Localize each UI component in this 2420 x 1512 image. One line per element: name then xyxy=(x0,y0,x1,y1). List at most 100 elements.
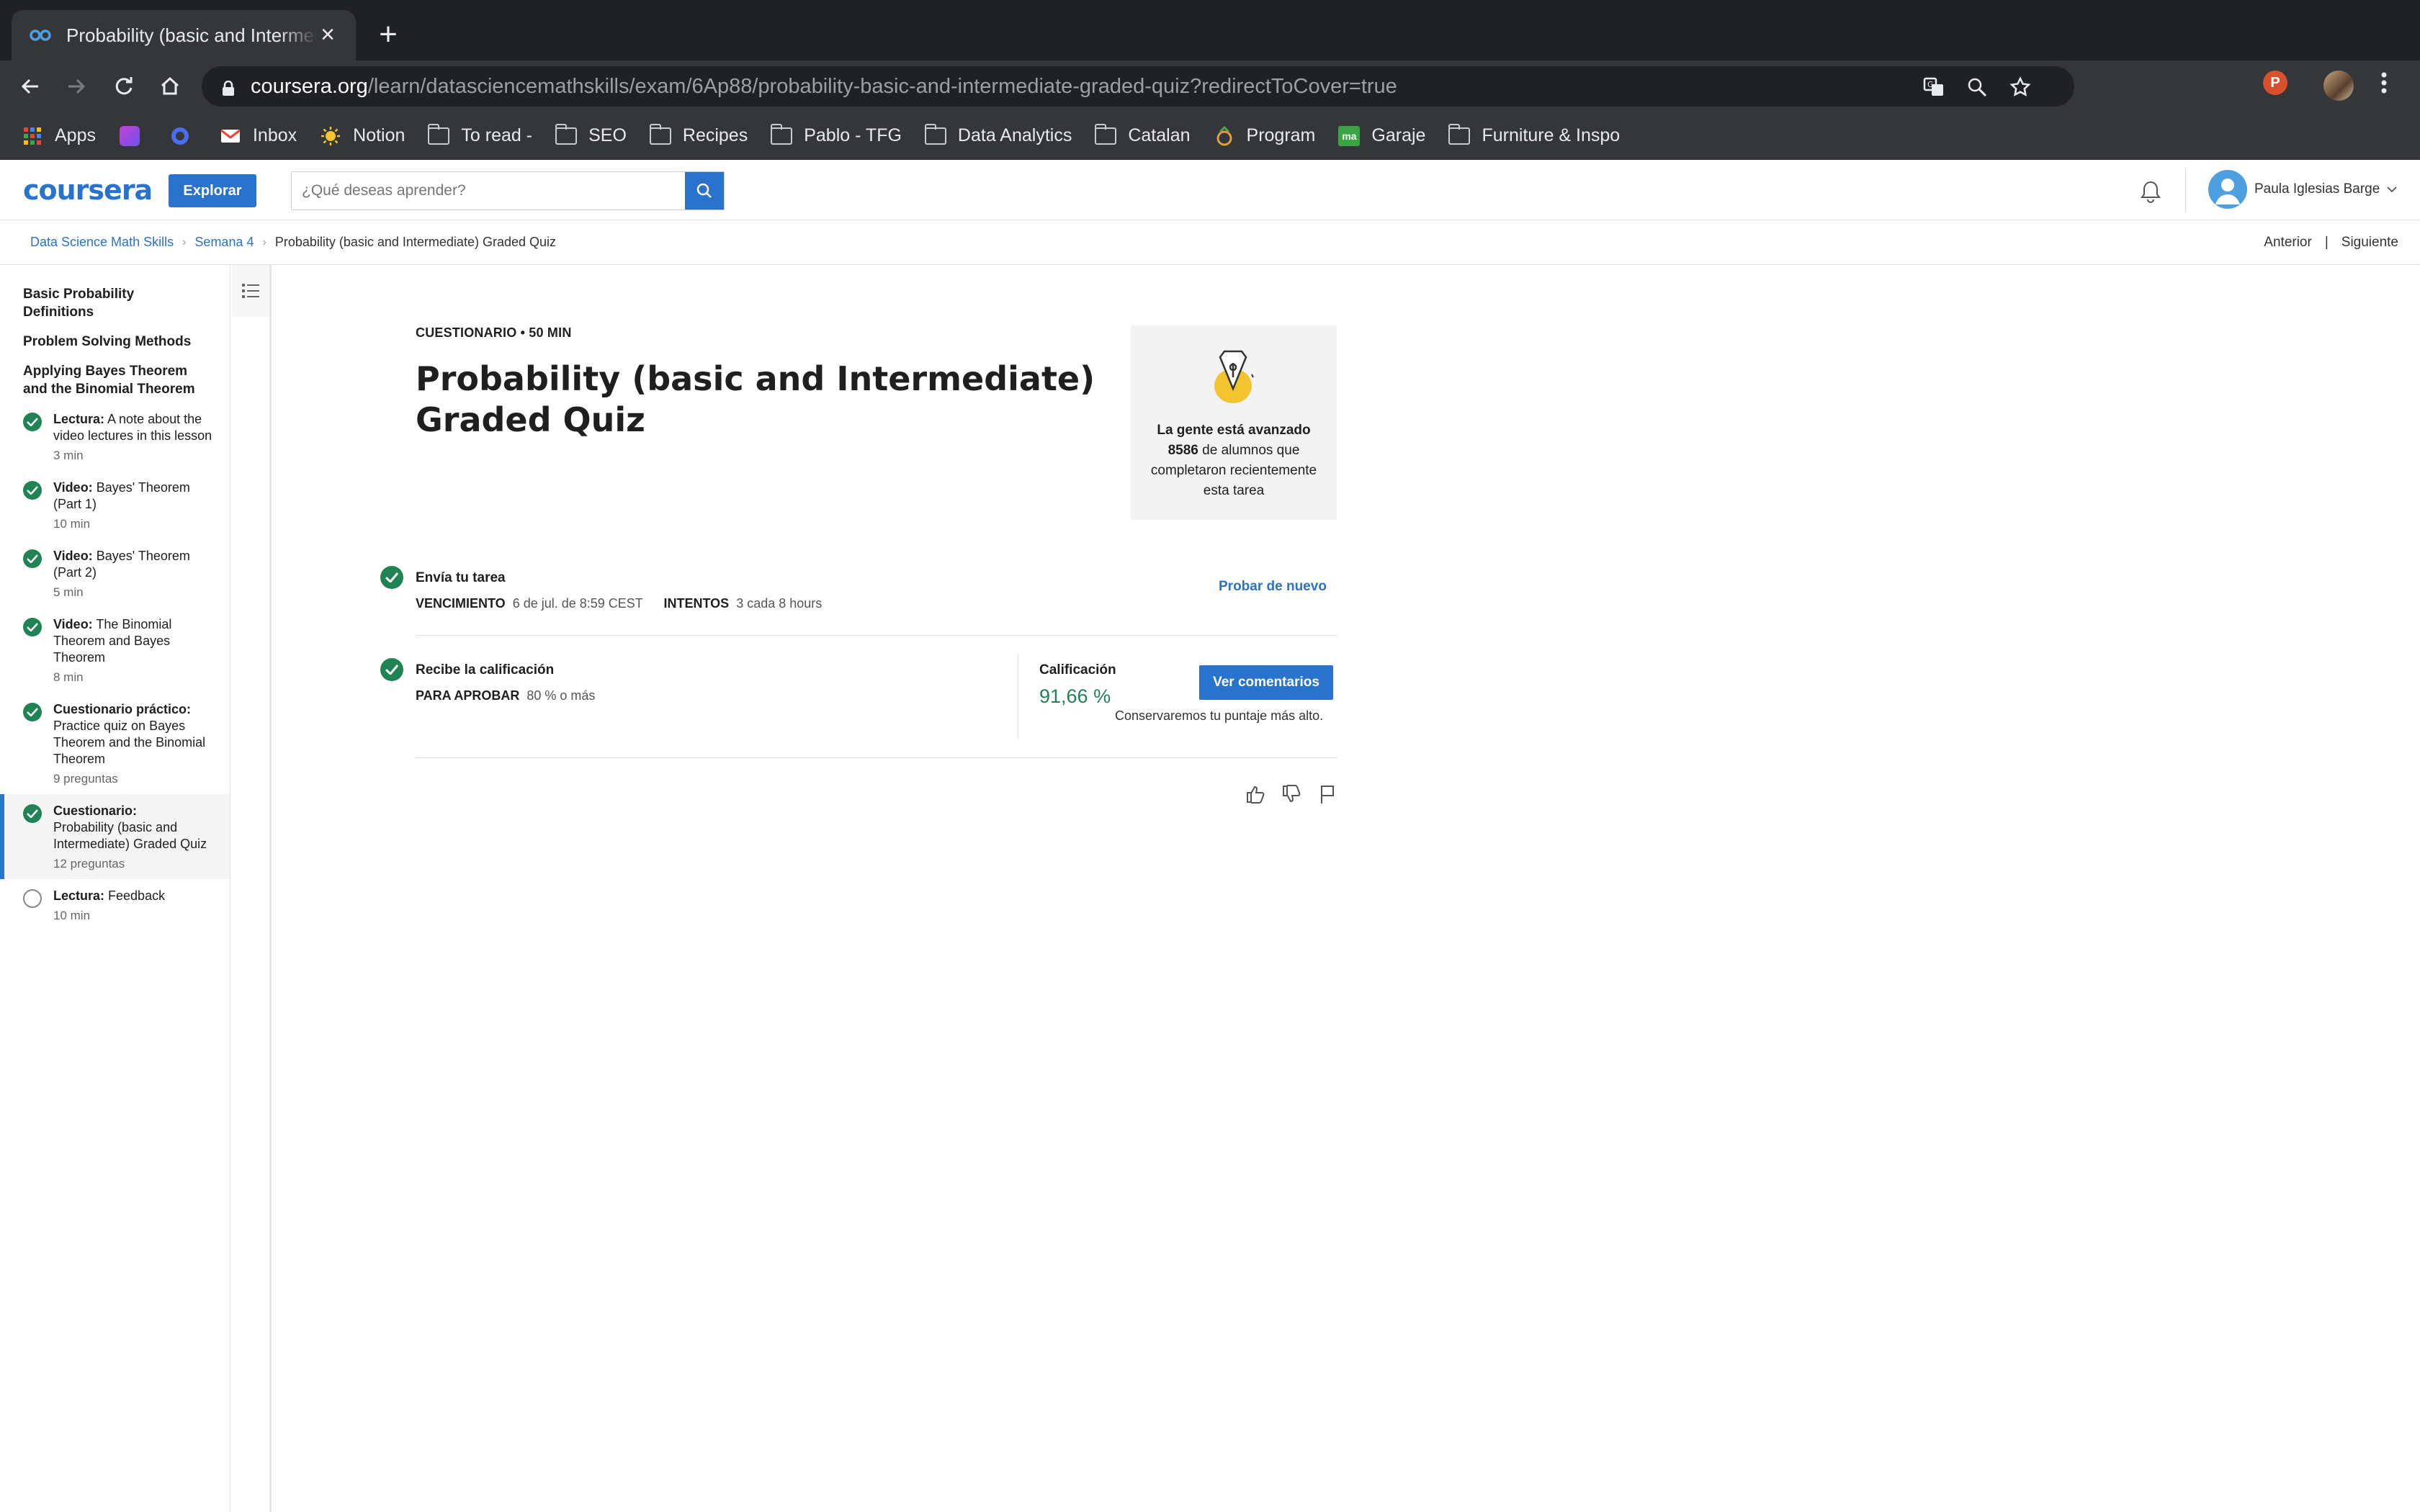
home-icon[interactable] xyxy=(154,71,186,102)
apps-grid-icon xyxy=(22,127,43,145)
nav-divider: | xyxy=(2324,235,2329,250)
close-tab-icon[interactable]: × xyxy=(317,22,339,47)
incomplete-circle-icon xyxy=(23,889,42,908)
completed-check-icon xyxy=(23,703,42,721)
search-icon xyxy=(696,183,712,198)
completed-check-icon xyxy=(380,658,403,681)
sidebar-group[interactable]: Basic Probability Definitions xyxy=(0,265,230,321)
url-path: /learn/datasciencemathskills/exam/6Ap88/… xyxy=(367,74,1397,98)
browser-tab[interactable]: Probability (basic and Intermediate) Gra… xyxy=(12,10,356,60)
folder-icon xyxy=(1448,123,1471,145)
explore-button[interactable]: Explorar xyxy=(169,174,256,207)
breadcrumb-chevron-icon: › xyxy=(262,235,266,248)
user-avatar xyxy=(2208,170,2247,209)
grade-label: Calificación xyxy=(1039,662,1116,678)
view-feedback-button[interactable]: Ver comentarios xyxy=(1199,665,1333,700)
sidebar-item-practice-quiz[interactable]: Cuestionario práctico: Practice quiz on … xyxy=(0,693,230,794)
course-outline-sidebar: Basic Probability Definitions Problem So… xyxy=(0,265,230,1512)
bookmark-star-icon[interactable] xyxy=(2009,76,2031,104)
browser-tab-bar: Probability (basic and Intermediate) Gra… xyxy=(0,0,2420,60)
breadcrumb-course[interactable]: Data Science Math Skills xyxy=(30,235,174,250)
menu-kebab-icon[interactable] xyxy=(2380,71,2388,95)
notifications-bell-icon[interactable] xyxy=(2138,179,2164,204)
translate-icon[interactable]: G xyxy=(1923,76,1945,104)
sidebar-item-graded-quiz[interactable]: Cuestionario: Probability (basic and Inte… xyxy=(0,794,230,879)
reload-icon[interactable] xyxy=(108,71,140,102)
new-tab-icon[interactable]: + xyxy=(372,19,405,52)
collapse-outline-button[interactable] xyxy=(232,265,269,317)
folder-icon xyxy=(649,123,671,145)
bookmark-extension-1[interactable] xyxy=(119,125,152,146)
bookmark-to-read[interactable]: To read - xyxy=(428,123,532,146)
bookmark-recipes[interactable]: Recipes xyxy=(649,123,748,146)
folder-icon xyxy=(771,123,793,145)
sidebar-item-feedback[interactable]: Lectura: Feedback 10 min xyxy=(0,879,230,931)
completed-check-icon xyxy=(23,549,42,568)
back-icon[interactable] xyxy=(14,71,46,102)
bookmark-furniture[interactable]: Furniture & Inspo xyxy=(1448,123,1620,146)
user-menu[interactable]: Paula Iglesias Barge xyxy=(2208,170,2397,209)
extension-p-icon[interactable]: P xyxy=(2263,71,2287,95)
folder-icon xyxy=(924,123,946,145)
search-input[interactable] xyxy=(292,172,685,210)
forward-icon[interactable] xyxy=(60,71,92,102)
bookmark-inbox[interactable]: Inbox xyxy=(220,125,297,146)
bookmark-garaje[interactable]: ma Garaje xyxy=(1338,125,1425,146)
reactions xyxy=(1245,783,1338,805)
bookmark-notion[interactable]: Notion xyxy=(320,125,405,146)
sidebar-item-bayes-part-2[interactable]: Video: Bayes' Theorem (Part 2) 5 min xyxy=(0,539,230,608)
keep-highest-note: Conservaremos tu puntaje más alto. xyxy=(1115,708,1324,723)
garaje-icon: ma xyxy=(1338,125,1361,146)
promo-heading: La gente está avanzado xyxy=(1157,423,1311,438)
grade-heading: Recibe la calificación xyxy=(416,662,555,678)
lock-icon xyxy=(222,78,235,96)
learner-progress-card: La gente está avanzado 8586 de alumnos q… xyxy=(1131,325,1337,520)
bookmark-extension-2[interactable] xyxy=(169,127,202,145)
folder-icon xyxy=(428,123,450,145)
submit-heading: Envía tu tarea xyxy=(416,570,506,585)
bookmark-catalan[interactable]: Catalan xyxy=(1095,123,1191,146)
profile-avatar[interactable] xyxy=(2323,71,2354,101)
sidebar-group[interactable]: Problem Solving Methods xyxy=(0,321,230,351)
breadcrumb-week[interactable]: Semana 4 xyxy=(194,235,254,250)
pen-nib-icon xyxy=(1209,346,1259,406)
sidebar-item-note-video-lectures[interactable]: Lectura: A note about the video lectures… xyxy=(0,402,230,471)
completed-check-icon xyxy=(23,481,42,500)
thumbs-down-icon[interactable] xyxy=(1281,783,1302,805)
svg-text:G: G xyxy=(1927,80,1934,89)
previous-link[interactable]: Anterior xyxy=(2264,235,2312,251)
list-icon xyxy=(242,284,259,298)
search-box xyxy=(291,171,725,210)
program-icon xyxy=(1214,125,1235,145)
address-bar[interactable]: coursera.org /learn/datasciencemathskill… xyxy=(202,66,2074,107)
bookmark-pablo-tfg[interactable]: Pablo - TFG xyxy=(771,123,902,146)
bookmark-seo[interactable]: SEO xyxy=(555,123,627,146)
url-domain: coursera.org xyxy=(251,74,368,98)
folder-icon xyxy=(555,123,578,145)
thumbs-up-icon[interactable] xyxy=(1245,783,1266,805)
bookmarks-bar: Apps Inbox Notion To read - SEO Recipes … xyxy=(0,112,2420,160)
submit-meta: VENCIMIENTO 6 de jul. de 8:59 CEST INTENT… xyxy=(416,596,823,611)
extension-2-icon xyxy=(169,127,191,145)
sidebar-divider xyxy=(269,265,272,1512)
sidebar-group[interactable]: Applying Bayes Theorem and the Binomial … xyxy=(0,351,230,402)
coursera-logo[interactable]: coursera xyxy=(23,174,153,206)
zoom-icon[interactable] xyxy=(1966,76,1988,104)
flag-icon[interactable] xyxy=(1317,783,1338,805)
breadcrumb-chevron-icon: › xyxy=(182,235,187,248)
user-name: Paula Iglesias Barge xyxy=(2254,181,2380,197)
bookmark-program[interactable]: Program xyxy=(1214,125,1315,146)
coursera-favicon-icon xyxy=(29,28,53,42)
pass-meta: PARA APROBAR 80 % o más xyxy=(416,688,596,703)
extension-1-icon xyxy=(119,125,140,146)
sidebar-item-bayes-part-1[interactable]: Video: Bayes' Theorem (Part 1) 10 min xyxy=(0,471,230,539)
site-header: coursera Explorar Paula Iglesias Barge xyxy=(0,160,2420,220)
chevron-down-icon xyxy=(2387,181,2397,197)
search-button[interactable] xyxy=(685,172,724,210)
bookmark-data-analytics[interactable]: Data Analytics xyxy=(924,123,1072,146)
next-link[interactable]: Siguiente xyxy=(2341,235,2398,251)
page-title: Probability (basic and Intermediate) Gra… xyxy=(416,359,1095,439)
try-again-link[interactable]: Probar de nuevo xyxy=(1219,579,1327,595)
bookmark-apps[interactable]: Apps xyxy=(22,125,96,146)
sidebar-item-binomial-theorem[interactable]: Video: The Binomial Theorem and Bayes Th… xyxy=(0,608,230,693)
